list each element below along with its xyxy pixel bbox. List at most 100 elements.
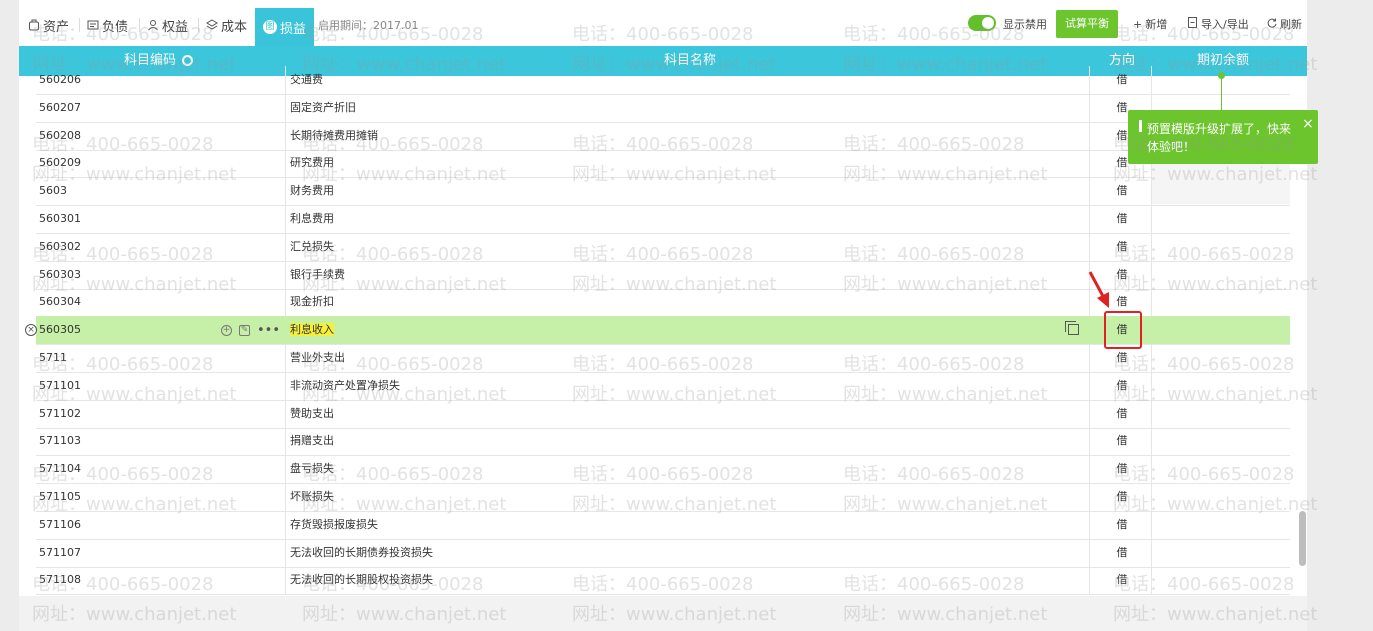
table-row[interactable]: 571105 坏账损失 借 <box>36 483 1290 512</box>
table-row[interactable]: 571107 无法收回的长期债券投资损失 借 <box>36 538 1290 568</box>
direction-cell[interactable]: 借 <box>1116 400 1128 428</box>
direction-cell[interactable]: 借 <box>1116 177 1128 205</box>
account-name-cell: 利息费用 <box>290 205 334 233</box>
tab-divider <box>198 18 199 32</box>
column-divider <box>285 483 286 511</box>
table-row[interactable]: 560207 固定资产折旧 借 <box>36 93 1290 123</box>
table-row[interactable]: 560209 研究费用 借 <box>36 149 1290 179</box>
edit-icon[interactable]: ✎ <box>239 324 250 336</box>
direction-cell[interactable]: 借 <box>1116 122 1128 150</box>
table-row[interactable]: 571106 存货毁损报废损失 借 <box>36 510 1290 540</box>
tab-profit-loss[interactable]: 图 损益 <box>255 8 315 46</box>
direction-cell[interactable]: 借 <box>1116 261 1128 289</box>
show-disabled-toggle[interactable] <box>968 15 996 31</box>
direction-cell[interactable]: 借 <box>1116 539 1128 567</box>
tab-liability[interactable]: 负债 <box>87 10 128 40</box>
vertical-scrollbar[interactable] <box>1299 511 1306 566</box>
add-child-icon[interactable]: + <box>221 324 232 336</box>
account-name-cell: 利息收入 <box>290 316 334 344</box>
direction-cell[interactable]: 借 <box>1116 455 1128 483</box>
column-divider <box>1089 149 1090 178</box>
gear-icon[interactable] <box>182 55 194 66</box>
table-row[interactable]: 560301 利息费用 借 <box>36 205 1290 234</box>
add-label: 新增 <box>1145 18 1168 31</box>
trial-balance-button[interactable]: 试算平衡 <box>1056 10 1118 38</box>
import-export-label: 导入/导出 <box>1201 18 1249 31</box>
account-name-cell: 固定资产折旧 <box>290 94 356 122</box>
column-divider <box>285 93 286 122</box>
balance-cell-empty <box>1152 164 1290 204</box>
account-code: 5603 <box>39 184 67 198</box>
account-name-cell: 无法收回的长期债券投资损失 <box>290 539 433 567</box>
more-icon[interactable]: ••• <box>257 323 280 338</box>
import-export-icon <box>1188 17 1198 31</box>
table-row[interactable]: 571101 非流动资产处置净损失 借 <box>36 371 1290 401</box>
tab-cost[interactable]: 成本 <box>206 10 247 40</box>
tab-label: 成本 <box>221 19 248 35</box>
account-code: 571104 <box>39 462 81 476</box>
tooltip-pointer-line <box>1221 76 1222 112</box>
column-divider <box>1089 93 1090 122</box>
tab-asset[interactable]: 资产 <box>28 10 69 40</box>
column-divider <box>1151 399 1152 428</box>
column-divider <box>285 371 286 400</box>
copy-icon[interactable] <box>1065 321 1079 336</box>
table-row[interactable]: 560206 交通费 借 <box>36 66 1290 95</box>
table-row[interactable]: 571102 赞助支出 借 <box>36 399 1290 429</box>
account-code: 571106 <box>39 517 81 531</box>
column-divider <box>1089 121 1090 150</box>
asset-icon <box>28 19 40 31</box>
direction-cell[interactable]: 借 <box>1116 233 1128 261</box>
table-row[interactable]: 571108 无法收回的长期股权投资损失 借 <box>36 566 1290 596</box>
show-disabled-label: 显示禁用 <box>1003 18 1047 31</box>
column-divider <box>1151 205 1152 233</box>
column-divider <box>285 66 286 94</box>
account-name: 盘亏损失 <box>290 462 334 476</box>
liability-icon <box>87 19 99 31</box>
direction-cell[interactable]: 借 <box>1116 427 1128 455</box>
account-name: 现金折扣 <box>290 295 334 309</box>
account-code: 571101 <box>39 378 81 392</box>
table-row[interactable]: 571104 盘亏损失 借 <box>36 455 1290 485</box>
column-divider <box>1089 205 1090 233</box>
account-code: 560209 <box>39 156 81 170</box>
refresh-button[interactable]: 刷新 <box>1267 16 1302 32</box>
tab-equity[interactable]: 权益 <box>147 10 188 40</box>
account-code: 560206 <box>39 73 81 86</box>
equity-icon <box>147 19 159 31</box>
direction-cell[interactable]: 借 <box>1116 483 1128 511</box>
table-row[interactable]: 560302 汇兑损失 借 <box>36 232 1290 262</box>
remove-row-icon[interactable]: × <box>25 324 37 337</box>
add-button[interactable]: + 新增 <box>1133 16 1167 32</box>
table-row[interactable]: 5603 财务费用 借 <box>36 177 1290 207</box>
direction-cell[interactable]: 借 <box>1116 372 1128 400</box>
table-row[interactable]: 560208 长期待摊费用摊销 借 <box>36 121 1290 151</box>
plus-icon: + <box>1133 17 1143 31</box>
column-divider <box>1089 66 1090 94</box>
close-icon[interactable]: × <box>1302 116 1314 132</box>
tooltip-pointer-dot <box>1218 72 1225 79</box>
import-export-button[interactable]: 导入/导出 <box>1188 16 1249 32</box>
bottom-strip <box>19 596 1307 631</box>
account-name: 汇兑损失 <box>290 239 334 253</box>
direction-cell[interactable]: 借 <box>1116 205 1128 233</box>
column-divider <box>1089 177 1090 206</box>
direction-cell[interactable]: 借 <box>1116 511 1128 539</box>
table-row[interactable]: 571103 捐赠支出 借 <box>36 427 1290 457</box>
column-divider <box>285 288 286 317</box>
column-divider <box>1151 232 1152 261</box>
annotation-arrow-icon <box>1088 271 1109 308</box>
account-code: 571105 <box>39 490 81 503</box>
account-name-cell: 现金折扣 <box>290 288 334 316</box>
column-divider <box>1151 66 1152 94</box>
direction-cell[interactable]: 借 <box>1116 149 1128 177</box>
column-divider <box>1089 316 1090 344</box>
column-divider <box>1089 483 1090 511</box>
column-divider <box>1089 455 1090 484</box>
table-row[interactable]: 5711 营业外支出借 <box>36 344 1290 373</box>
direction-cell[interactable]: 借 <box>1116 566 1128 594</box>
direction-cell[interactable]: 借 <box>1116 94 1128 122</box>
direction-cell[interactable]: 借 <box>1116 66 1128 94</box>
table-row[interactable]: 560305 利息收入借 × + ✎ ••• <box>25 316 1290 346</box>
column-divider <box>1089 371 1090 400</box>
